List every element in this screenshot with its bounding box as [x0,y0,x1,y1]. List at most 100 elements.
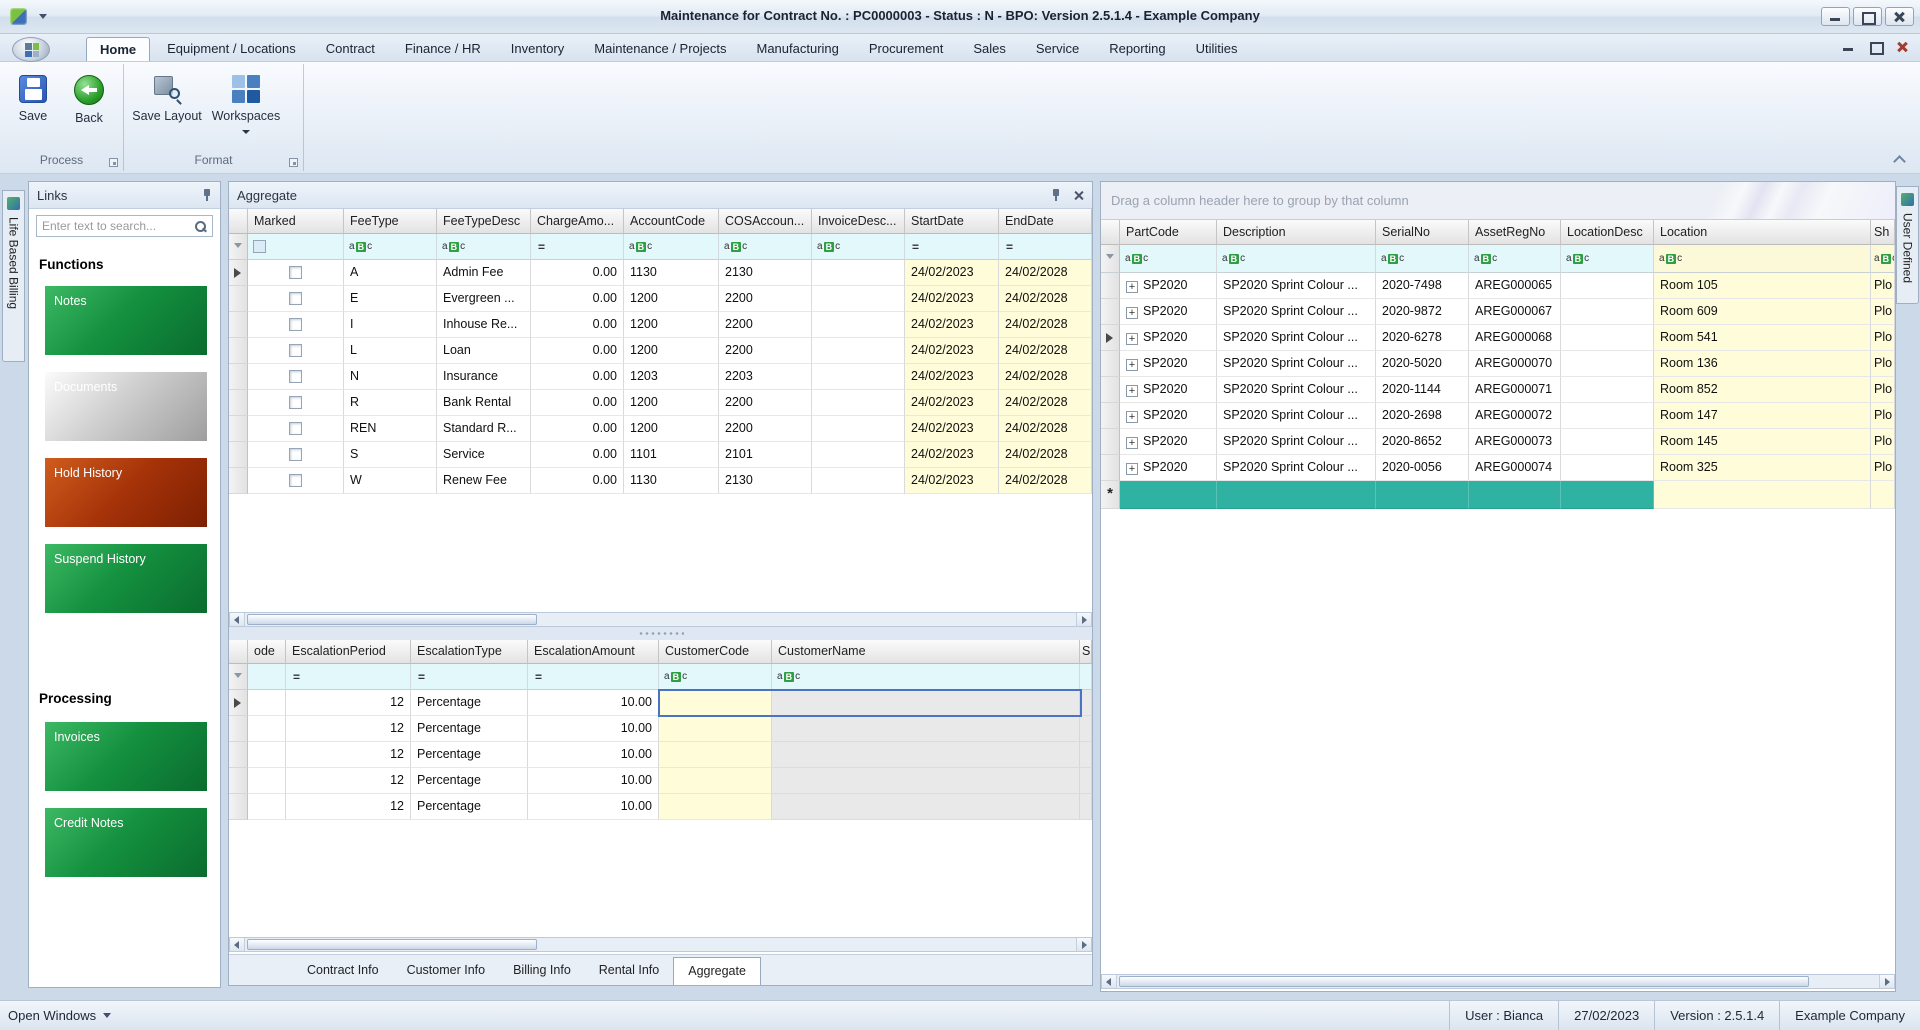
cell-enddate[interactable]: 24/02/2028 [999,416,1092,442]
cell-description[interactable]: SP2020 Sprint Colour ... [1217,299,1376,325]
open-windows-button[interactable]: Open Windows [0,1008,112,1023]
cell-partcode[interactable]: + SP2020 [1120,455,1217,481]
cell-location[interactable]: Room 541 [1654,325,1871,351]
cell-partcode[interactable]: + SP2020 [1120,351,1217,377]
cell-enddate[interactable]: 24/02/2028 [999,286,1092,312]
cell-location[interactable]: Room 325 [1654,455,1871,481]
cell-ode[interactable] [248,690,286,716]
close-icon[interactable] [1073,190,1084,201]
cell-cosaccount[interactable]: 2130 [719,260,812,286]
col-header-ode[interactable]: ode [248,640,286,664]
cell-description[interactable]: SP2020 Sprint Colour ... [1217,273,1376,299]
cell-partcode[interactable]: + SP2020 [1120,429,1217,455]
cell-invoicedesc[interactable] [812,364,905,390]
filter-ode[interactable] [248,664,286,690]
cell-serialno[interactable]: 2020-1144 [1376,377,1469,403]
cell-feetype[interactable]: REN [344,416,437,442]
scroll-right-icon[interactable] [1879,975,1894,988]
scrollbar-thumb[interactable] [247,614,537,625]
cell-invoicedesc[interactable] [812,312,905,338]
row-indicator[interactable] [229,286,248,312]
col-header-feetypedesc[interactable]: FeeTypeDesc [437,209,531,234]
cell-chargeamount[interactable]: 0.00 [531,416,624,442]
hold-history-button[interactable]: Hold History [45,458,207,527]
tab-equipment-locations[interactable]: Equipment / Locations [154,37,309,61]
filter-chargeamount[interactable]: = [531,234,624,260]
cell-serialno[interactable]: 2020-6278 [1376,325,1469,351]
tab-maintenance-projects[interactable]: Maintenance / Projects [581,37,739,61]
cell-feetype[interactable]: A [344,260,437,286]
cell-feetypedesc[interactable]: Admin Fee [437,260,531,286]
search-input[interactable] [42,219,194,233]
cell-customercode[interactable] [659,742,772,768]
col-header-startdate[interactable]: StartDate [905,209,999,234]
filter-locationdesc[interactable]: aBc [1561,245,1654,273]
cell-locationdesc[interactable] [1561,299,1654,325]
scrollbar-thumb[interactable] [1119,976,1809,987]
checkbox[interactable] [289,448,302,461]
cell-escalationamount[interactable]: 10.00 [528,690,659,716]
close-button[interactable] [1885,7,1914,26]
cell-sh[interactable]: Plo [1871,299,1895,325]
cell-assetregno[interactable]: AREG000074 [1469,455,1561,481]
checkbox[interactable] [289,266,302,279]
col-header-chargeamount[interactable]: ChargeAmo... [531,209,624,234]
cell-startdate[interactable]: 24/02/2023 [905,416,999,442]
cell-serialno[interactable]: 2020-7498 [1376,273,1469,299]
cell-locationdesc[interactable] [1561,481,1654,509]
row-indicator[interactable] [1101,299,1120,325]
col-header-enddate[interactable]: EndDate [999,209,1092,234]
cell-startdate[interactable]: 24/02/2023 [905,312,999,338]
cell-s[interactable] [1080,768,1092,794]
tab-reporting[interactable]: Reporting [1096,37,1178,61]
row-indicator[interactable] [1101,325,1120,351]
tab-utilities[interactable]: Utilities [1183,37,1251,61]
cell-enddate[interactable]: 24/02/2028 [999,390,1092,416]
row-indicator[interactable] [1101,273,1120,299]
cell-feetypedesc[interactable]: Service [437,442,531,468]
cell-feetypedesc[interactable]: Inhouse Re... [437,312,531,338]
cell-invoicedesc[interactable] [812,390,905,416]
checkbox[interactable] [289,396,302,409]
cell-assetregno[interactable]: AREG000065 [1469,273,1561,299]
cell-serialno[interactable] [1376,481,1469,509]
row-indicator[interactable] [1101,403,1120,429]
cell-enddate[interactable]: 24/02/2028 [999,312,1092,338]
cell-marked[interactable] [248,312,344,338]
maximize-button[interactable] [1853,7,1882,26]
row-indicator[interactable] [229,768,248,794]
cell-feetype[interactable]: S [344,442,437,468]
equipment-row[interactable]: + SP2020 SP2020 Sprint Colour ... 2020-2698… [1101,403,1895,429]
row-indicator[interactable] [229,468,248,494]
fee-row[interactable]: W Renew Fee 0.00 1130 2130 24/02/2023 24/02/20… [229,468,1092,494]
dialog-launcher-icon[interactable] [109,158,118,167]
cell-escalationtype[interactable]: Percentage [411,794,528,820]
cell-accountcode[interactable]: 1200 [624,338,719,364]
notes-button[interactable]: Notes [45,286,207,355]
cell-enddate[interactable]: 24/02/2028 [999,260,1092,286]
collapse-ribbon-icon[interactable] [1892,153,1906,165]
cell-serialno[interactable]: 2020-2698 [1376,403,1469,429]
col-header-feetype[interactable]: FeeType [344,209,437,234]
cell-cosaccount[interactable]: 2200 [719,390,812,416]
scroll-left-icon[interactable] [1102,975,1117,988]
cell-accountcode[interactable]: 1130 [624,260,719,286]
equipment-hscrollbar[interactable] [1101,974,1895,989]
cell-cosaccount[interactable]: 2200 [719,338,812,364]
filter-serialno[interactable]: aBc [1376,245,1469,273]
cell-ode[interactable] [248,742,286,768]
cell-customername[interactable] [772,742,1080,768]
cell-sh[interactable]: Plo [1871,377,1895,403]
escalation-row[interactable]: 12 Percentage 10.00 [229,768,1092,794]
cell-customercode[interactable] [659,794,772,820]
cell-startdate[interactable]: 24/02/2023 [905,468,999,494]
row-indicator[interactable] [229,690,248,716]
cell-feetype[interactable]: I [344,312,437,338]
checkbox[interactable] [289,422,302,435]
col-header-escalationtype[interactable]: EscalationType [411,640,528,664]
col-header-escalationamount[interactable]: EscalationAmount [528,640,659,664]
checkbox[interactable] [289,344,302,357]
dialog-launcher-icon[interactable] [289,158,298,167]
cell-escalationtype[interactable]: Percentage [411,716,528,742]
cell-cosaccount[interactable]: 2200 [719,416,812,442]
